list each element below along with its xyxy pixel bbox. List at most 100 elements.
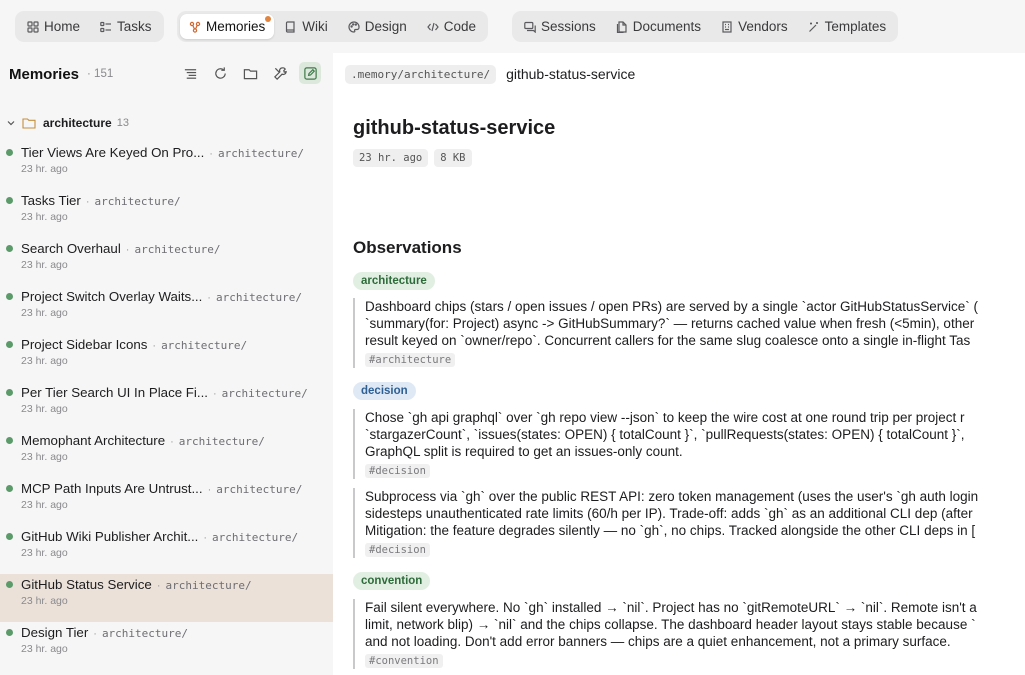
tag-architecture[interactable]: architecture <box>353 272 435 290</box>
observation-text: and not loading. Don't add error banners… <box>365 634 951 649</box>
separator-dot: · <box>203 532 208 544</box>
nav-code[interactable]: Code <box>418 14 485 39</box>
memory-list-item[interactable]: Design Tier · architecture/23 hr. ago <box>0 622 333 670</box>
memory-detail: .memory/architecture/ github-status-serv… <box>333 53 1025 675</box>
observation-text: Mitigation: the feature degrades silentl… <box>365 523 976 538</box>
memory-list-item[interactable]: Per Tier Search UI In Place Fi... · archit… <box>0 382 333 430</box>
item-title-line: Search Overhaul · architecture/ <box>21 238 333 256</box>
observation-2: Chose `gh api graphql` over `gh repo vie… <box>353 409 1025 479</box>
observation-text: Fail silent everywhere. No `gh` installe… <box>365 600 977 615</box>
nav-design[interactable]: Design <box>339 14 416 39</box>
item-path: architecture/ <box>165 579 252 592</box>
hashtag[interactable]: #decision <box>365 464 430 478</box>
memory-list-item[interactable]: Tier Views Are Keyed On Pro... · architect… <box>0 142 333 190</box>
memory-list: Tier Views Are Keyed On Pro... · architect… <box>0 142 333 670</box>
item-title: Search Overhaul <box>21 241 121 256</box>
age-chip: 23 hr. ago <box>353 149 429 167</box>
observation-text: result keyed on `owner/repo`. Concurrent… <box>365 333 971 348</box>
nav-sessions-label: Sessions <box>541 19 596 34</box>
nav-vendors-label: Vendors <box>738 19 788 34</box>
unread-badge <box>265 16 272 22</box>
sidebar-header: Memories · 151 <box>0 53 333 95</box>
item-path: architecture/ <box>212 531 299 544</box>
item-path: architecture/ <box>94 195 181 208</box>
nav-wiki-label: Wiki <box>302 19 328 34</box>
item-title: MCP Path Inputs Are Untrust... <box>21 481 203 496</box>
item-title-line: MCP Path Inputs Are Untrust... · architect… <box>21 478 333 496</box>
item-time: 23 hr. ago <box>21 355 68 367</box>
palette-icon <box>348 20 360 33</box>
item-title-line: Memophant Architecture · architecture/ <box>21 430 333 448</box>
hashtag[interactable]: #decision <box>365 543 430 557</box>
nav-home[interactable]: Home <box>18 14 89 39</box>
item-title: GitHub Status Service <box>21 577 152 592</box>
item-time: 23 hr. ago <box>21 259 68 271</box>
folder-architecture[interactable]: architecture 13 <box>0 115 333 131</box>
item-time: 23 hr. ago <box>21 211 68 223</box>
item-path: architecture/ <box>101 627 189 640</box>
item-title: Tier Views Are Keyed On Pro... <box>21 145 205 160</box>
item-title-line: Tasks Tier · architecture/ <box>21 190 333 208</box>
new-memory-button[interactable] <box>299 62 321 84</box>
nav-tasks[interactable]: Tasks <box>91 14 161 39</box>
wand-icon <box>808 21 820 33</box>
item-title: Tasks Tier <box>21 193 81 208</box>
memory-list-item[interactable]: Search Overhaul · architecture/23 hr. ago <box>0 238 333 286</box>
status-dot <box>6 245 13 252</box>
observation-text: `summary(for: Project) async -> GitHubSu… <box>365 316 975 331</box>
nav-documents-label: Documents <box>632 19 702 34</box>
observation-text: GraphQL split is required to get an issu… <box>365 444 683 459</box>
item-path: architecture/ <box>221 387 308 400</box>
memory-list-item[interactable]: GitHub Status Service · architecture/23 hr… <box>0 574 333 622</box>
nav-vendors[interactable]: Vendors <box>712 14 797 39</box>
memories-icon <box>189 21 201 33</box>
refresh-button[interactable] <box>209 62 231 84</box>
outline-button[interactable] <box>179 62 201 84</box>
memory-list-item[interactable]: Tasks Tier · architecture/23 hr. ago <box>0 190 333 238</box>
tag-decision[interactable]: decision <box>353 382 416 400</box>
status-dot <box>6 437 13 444</box>
separator-dot: · <box>209 148 213 160</box>
item-time: 23 hr. ago <box>21 163 68 175</box>
observation-text: Dashboard chips (stars / open issues / o… <box>365 299 979 314</box>
item-time: 23 hr. ago <box>21 403 68 415</box>
open-folder-button[interactable] <box>239 62 261 84</box>
memory-meta: 23 hr. ago 8 KB <box>353 149 472 167</box>
section-heading: Observations <box>353 238 462 257</box>
nav-memories[interactable]: Memories <box>180 14 275 39</box>
checklist-icon <box>100 21 112 33</box>
status-dot <box>6 629 13 636</box>
folder-icon <box>22 117 36 129</box>
item-time: 23 hr. ago <box>21 643 68 655</box>
top-nav-bar: Home Tasks Memories Wiki Design Code Ses… <box>0 0 1025 53</box>
item-title-line: GitHub Wiki Publisher Archit... · architec… <box>21 526 333 544</box>
memory-list-item[interactable]: Project Switch Overlay Waits... · architec… <box>0 286 333 334</box>
chevron-down-icon <box>6 118 16 128</box>
nav-templates[interactable]: Templates <box>799 14 896 39</box>
item-title-line: Per Tier Search UI In Place Fi... · archit… <box>21 382 333 400</box>
item-path: architecture/ <box>134 243 221 256</box>
nav-group-records: Sessions Documents Vendors Templates <box>512 11 899 42</box>
sidebar-title: Memories <box>9 65 80 83</box>
memory-list-item[interactable]: Project Sidebar Icons · architecture/23 hr… <box>0 334 333 382</box>
breadcrumb-path[interactable]: .memory/architecture/ <box>345 64 497 84</box>
tools-button[interactable] <box>269 62 291 84</box>
tag-convention[interactable]: convention <box>353 572 431 590</box>
item-title: Project Switch Overlay Waits... <box>21 289 203 304</box>
observation-text: `stargazerCount`, `issues(states: OPEN) … <box>365 427 965 442</box>
item-path: architecture/ <box>217 147 305 160</box>
folder-icon <box>243 68 257 79</box>
nav-wiki[interactable]: Wiki <box>276 14 337 39</box>
memory-list-item[interactable]: MCP Path Inputs Are Untrust... · architect… <box>0 478 333 526</box>
status-dot <box>6 197 13 204</box>
memory-list-item[interactable]: GitHub Wiki Publisher Archit... · architec… <box>0 526 333 574</box>
nav-sessions[interactable]: Sessions <box>515 14 605 39</box>
separator-dot: · <box>207 484 212 496</box>
hashtag[interactable]: #convention <box>365 654 443 668</box>
memory-list-item[interactable]: Memophant Architecture · architecture/23 h… <box>0 430 333 478</box>
nav-memories-label: Memories <box>206 19 266 34</box>
status-dot <box>6 533 13 540</box>
nav-documents[interactable]: Documents <box>607 14 710 39</box>
hashtag[interactable]: #architecture <box>365 353 456 367</box>
page-title: github-status-service <box>353 117 556 139</box>
